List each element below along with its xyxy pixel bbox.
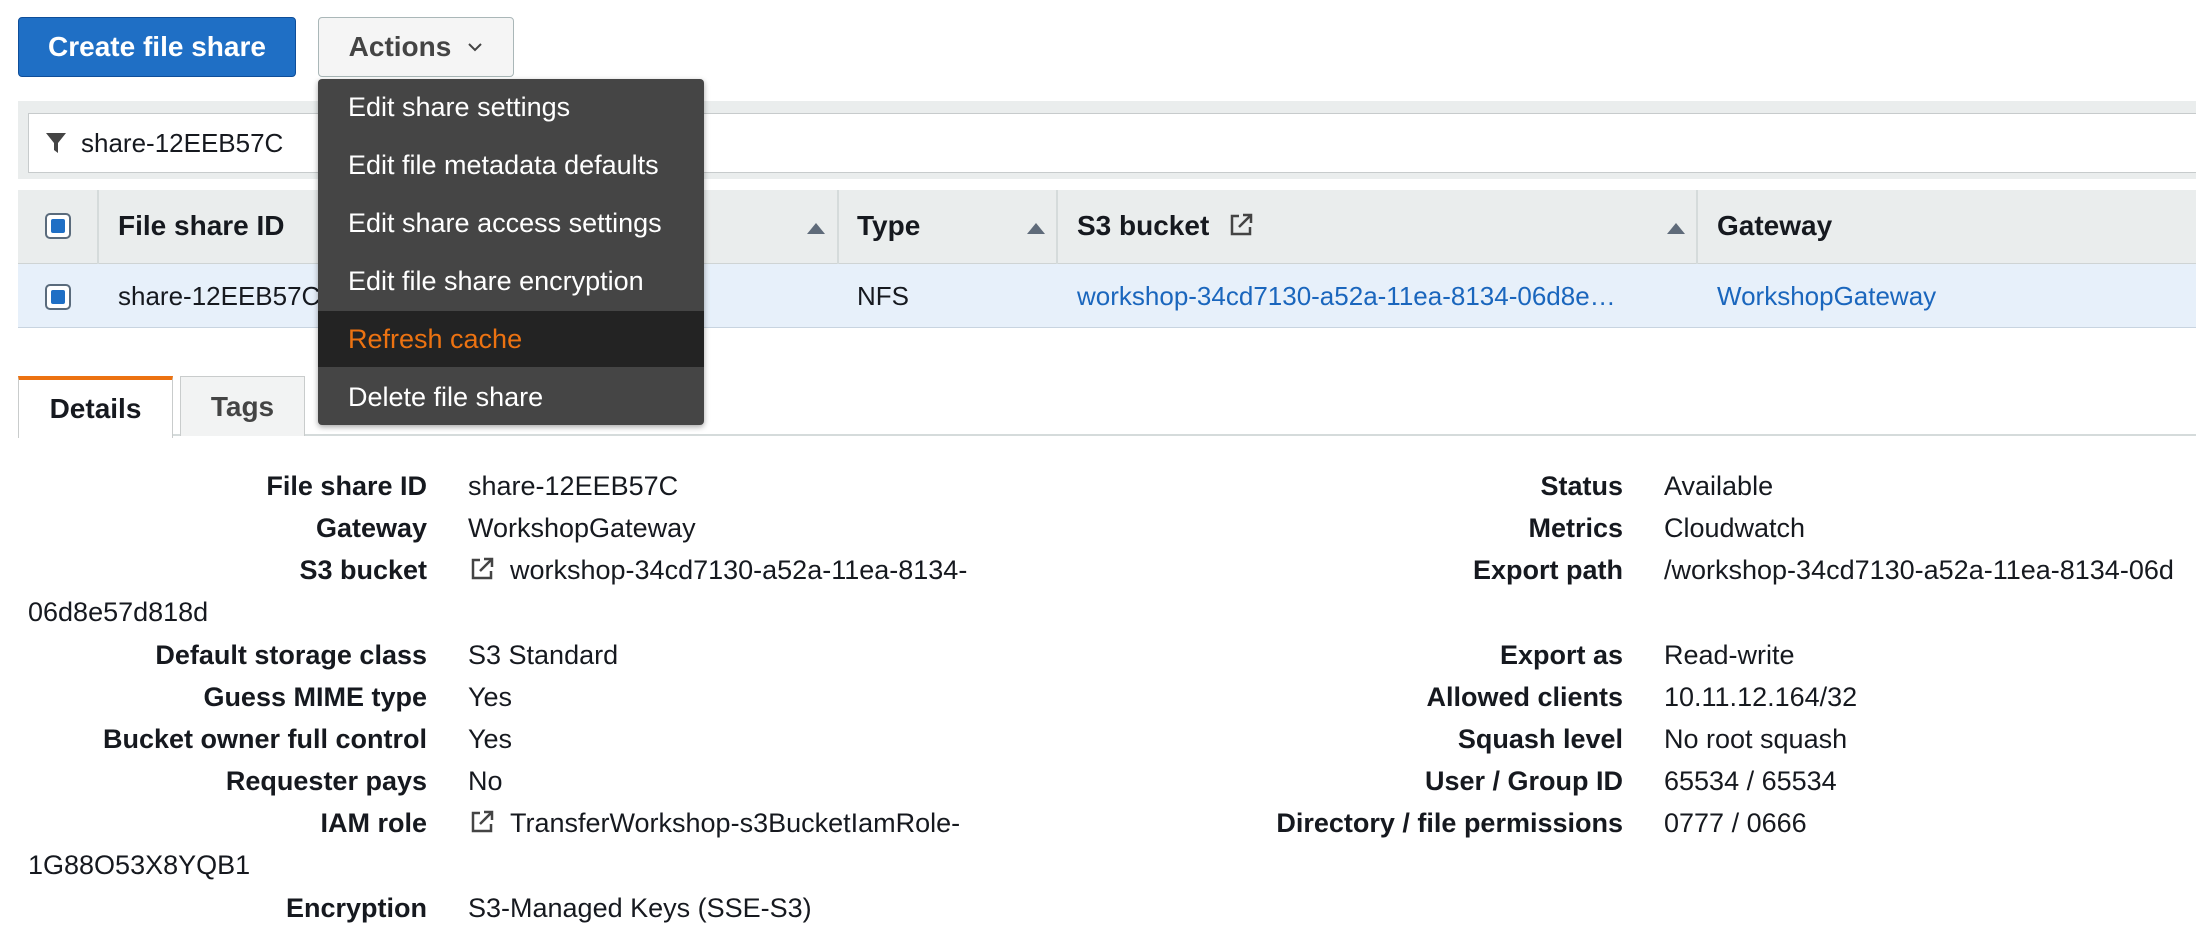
iam-role-link-line2[interactable]: 1G88O53X8YQB1: [28, 850, 250, 881]
sort-icon[interactable]: [1667, 223, 1685, 234]
menu-item-refresh-cache[interactable]: Refresh cache: [318, 311, 704, 367]
chevron-down-icon: [468, 43, 483, 52]
label-squash-level: Squash level: [1457, 724, 1623, 754]
gateway-link[interactable]: WorkshopGateway: [468, 513, 696, 544]
value-storage-class: S3 Standard: [468, 640, 619, 670]
value-user-group-id: 65534 / 65534: [1664, 766, 1837, 796]
label-user-group-id: User / Group ID: [1424, 766, 1623, 796]
column-divider: [1056, 190, 1058, 264]
label-guess-mime: Guess MIME type: [203, 682, 427, 712]
iam-role-link[interactable]: TransferWorkshop-s3BucketIamRole-: [468, 808, 960, 839]
value-allowed-clients: 10.11.12.164/32: [1664, 682, 1858, 712]
create-file-share-button[interactable]: Create file share: [18, 17, 296, 77]
s3-bucket-link-line1: workshop-34cd7130-a52a-11ea-8134-: [510, 555, 968, 585]
iam-role-link-line1: TransferWorkshop-s3BucketIamRole-: [510, 808, 961, 838]
value-status: Available: [1664, 471, 1774, 501]
menu-item-delete-file-share[interactable]: Delete file share: [318, 369, 704, 425]
label-bucket-owner: Bucket owner full control: [102, 724, 427, 754]
value-squash-level: No root squash: [1664, 724, 1848, 754]
row-gateway-link[interactable]: WorkshopGateway: [1717, 281, 1936, 312]
label-status: Status: [1540, 471, 1623, 501]
sort-icon[interactable]: [807, 223, 825, 234]
header-s3-bucket[interactable]: S3 bucket: [1077, 210, 1255, 242]
tab-tags[interactable]: Tags: [180, 376, 305, 436]
header-s3-bucket-label: S3 bucket: [1077, 210, 1210, 241]
value-bucket-owner: Yes: [468, 724, 513, 754]
menu-item-edit-file-share-encryption[interactable]: Edit file share encryption: [318, 253, 704, 309]
value-export-path: /workshop-34cd7130-a52a-11ea-8134-06d: [1664, 555, 2174, 585]
external-link-icon: [471, 810, 494, 833]
column-divider: [1696, 190, 1698, 264]
label-s3-bucket: S3 bucket: [299, 555, 427, 585]
value-permissions: 0777 / 0666: [1664, 808, 1807, 838]
filter-icon: [46, 133, 66, 153]
label-encryption: Encryption: [285, 893, 427, 923]
value-export-as: Read-write: [1664, 640, 1795, 670]
row-s3-bucket-link[interactable]: workshop-34cd7130-a52a-11ea-8134-06d8e…: [1077, 281, 1616, 312]
label-file-share-id: File share ID: [266, 471, 427, 501]
value-file-share-id: share-12EEB57C: [468, 471, 679, 501]
menu-item-edit-file-metadata-defaults[interactable]: Edit file metadata defaults: [318, 137, 704, 193]
actions-button[interactable]: Actions: [318, 17, 514, 77]
label-gateway: Gateway: [315, 513, 427, 543]
value-encryption: S3-Managed Keys (SSE-S3): [468, 893, 812, 923]
external-link-icon: [1230, 213, 1253, 236]
header-type[interactable]: Type: [857, 210, 920, 242]
label-export-path: Export path: [1472, 555, 1623, 585]
menu-item-edit-share-access-settings[interactable]: Edit share access settings: [318, 195, 704, 251]
sort-icon[interactable]: [1027, 223, 1045, 234]
column-divider: [97, 190, 99, 264]
s3-bucket-link[interactable]: workshop-34cd7130-a52a-11ea-8134-: [468, 555, 967, 586]
select-all-checkbox[interactable]: [45, 213, 71, 239]
header-file-share-id[interactable]: File share ID: [118, 210, 285, 242]
row-checkbox[interactable]: [45, 284, 71, 310]
external-link-icon: [471, 557, 494, 580]
label-storage-class: Default storage class: [155, 640, 427, 670]
label-permissions: Directory / file permissions: [1276, 808, 1623, 838]
row-file-share-id: share-12EEB57C: [118, 281, 321, 311]
value-guess-mime: Yes: [468, 682, 513, 712]
filter-value: share-12EEB57C: [81, 127, 284, 158]
cloudwatch-link[interactable]: Cloudwatch: [1664, 513, 1805, 544]
row-type: NFS: [857, 281, 909, 311]
s3-bucket-link-line2[interactable]: 06d8e57d818d: [28, 597, 208, 628]
label-metrics: Metrics: [1528, 513, 1623, 543]
actions-dropdown-menu: Edit share settings Edit file metadata d…: [318, 79, 704, 425]
actions-label: Actions: [348, 31, 452, 62]
label-export-as: Export as: [1499, 640, 1623, 670]
header-gateway[interactable]: Gateway: [1717, 210, 1832, 242]
tab-underline: [18, 434, 2196, 436]
column-divider: [837, 190, 839, 264]
value-requester-pays: No: [468, 766, 503, 796]
tab-details[interactable]: Details: [18, 376, 173, 438]
label-iam-role: IAM role: [320, 808, 427, 838]
menu-item-edit-share-settings[interactable]: Edit share settings: [318, 79, 704, 135]
label-allowed-clients: Allowed clients: [1426, 682, 1623, 712]
label-requester-pays: Requester pays: [225, 766, 427, 796]
